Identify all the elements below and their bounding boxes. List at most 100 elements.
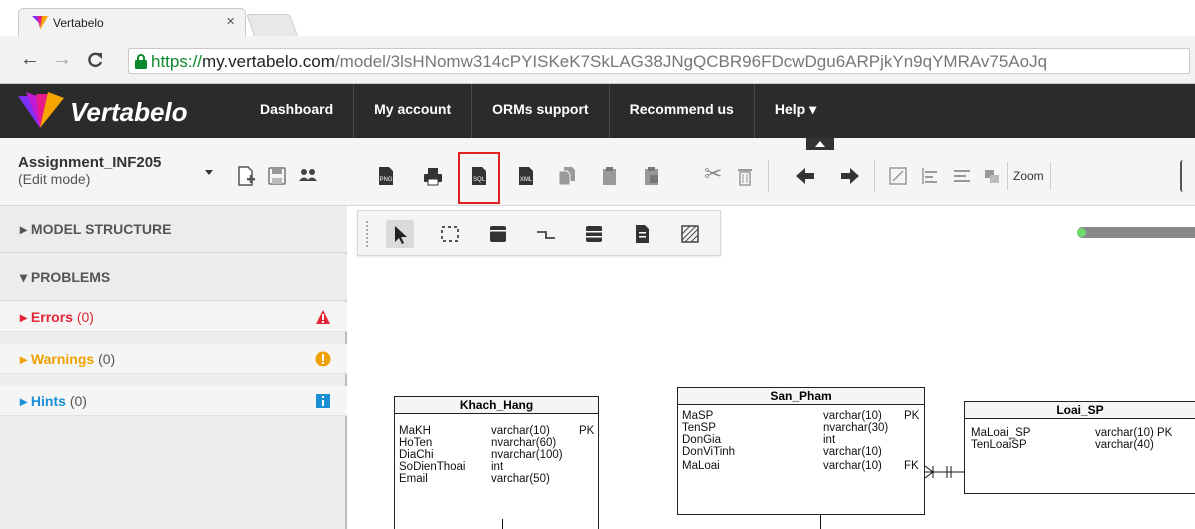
table-header: San_Pham xyxy=(678,388,924,405)
collapse-toolbar-up-icon[interactable] xyxy=(806,138,834,150)
toolbar-overflow-button[interactable] xyxy=(1180,160,1195,192)
share-users-icon[interactable] xyxy=(298,166,318,186)
column-type: nvarchar(30) xyxy=(823,422,889,434)
reference-line-icon xyxy=(537,231,555,239)
model-structure-header[interactable]: ▸ MODEL STRUCTURE xyxy=(0,206,347,253)
model-menu-chevron-down-icon[interactable] xyxy=(205,170,213,175)
column-name: MaLoai xyxy=(682,460,720,472)
column-name: DonViTinh xyxy=(682,446,736,458)
toolbar-separator xyxy=(874,160,875,192)
vertabelo-favicon-icon xyxy=(32,16,48,30)
column-name: SoDienThoai xyxy=(399,461,466,473)
slider-handle[interactable] xyxy=(1077,228,1086,237)
errors-label: ▸ Errors (0) xyxy=(20,309,94,325)
hatched-area-icon xyxy=(681,225,699,243)
table-khach-hang[interactable]: Khach_Hang MaKH varchar(10) PK HoTen nva… xyxy=(394,396,599,529)
new-document-icon[interactable] xyxy=(236,166,256,186)
url-input[interactable]: https://my.vertabelo.com/model/3lsHNomw3… xyxy=(128,48,1190,74)
column-type: varchar(10) xyxy=(823,410,882,422)
warnings-row[interactable]: ▸ Warnings (0) xyxy=(0,344,347,374)
add-reference-tool[interactable] xyxy=(532,220,560,248)
add-table-tool[interactable] xyxy=(484,220,512,248)
column-type: int xyxy=(823,434,836,446)
info-square-icon xyxy=(316,394,330,408)
align-left-icon[interactable] xyxy=(920,166,940,186)
table-header: Khach_Hang xyxy=(395,397,598,414)
brand-name[interactable]: Vertabelo xyxy=(70,97,188,128)
many-to-one-connector[interactable] xyxy=(925,464,965,480)
add-area-tool[interactable] xyxy=(676,220,704,248)
hints-row[interactable]: ▸ Hints (0) xyxy=(0,386,347,416)
table-icon xyxy=(490,226,506,242)
relationship-line[interactable] xyxy=(502,519,503,529)
add-note-tool[interactable] xyxy=(628,220,656,248)
cursor-arrow-icon xyxy=(395,226,407,244)
copy-icon[interactable] xyxy=(557,166,577,186)
diagram-canvas[interactable]: Khach_Hang MaKH varchar(10) PK HoTen nva… xyxy=(349,206,1195,529)
add-view-tool[interactable] xyxy=(580,220,608,248)
undo-arrow-left-icon[interactable] xyxy=(795,166,815,186)
column-name: HoTen xyxy=(399,437,433,449)
nav-orms-support[interactable]: ORMs support xyxy=(472,84,610,138)
arrange-layers-icon[interactable] xyxy=(982,166,1002,186)
nav-my-account[interactable]: My account xyxy=(354,84,473,138)
nav-dashboard[interactable]: Dashboard xyxy=(240,84,355,138)
select-tool[interactable] xyxy=(386,220,414,248)
nav-help[interactable]: Help ▾ xyxy=(755,84,836,138)
print-icon[interactable] xyxy=(423,166,443,186)
column-name: MaKH xyxy=(399,425,431,437)
column-name: MaLoai_SP xyxy=(971,427,1031,439)
area-select-tool[interactable] xyxy=(436,220,464,248)
zoom-label: Zoom xyxy=(1013,169,1044,183)
column-type: varchar(40) xyxy=(1095,439,1154,451)
back-arrow-icon[interactable]: ← xyxy=(20,48,40,71)
problems-header[interactable]: ▾ PROBLEMS xyxy=(0,254,347,301)
left-panel: ▸ MODEL STRUCTURE ▾ PROBLEMS ▸ Errors (0… xyxy=(0,206,347,529)
column-type: varchar(10) PK xyxy=(1095,427,1173,439)
tab-title: Vertabelo xyxy=(53,16,104,30)
png-export-icon[interactable]: PNG xyxy=(376,166,396,186)
warnings-label: ▸ Warnings (0) xyxy=(20,351,116,367)
relationship-line[interactable] xyxy=(820,515,821,529)
vertabelo-logo-icon[interactable] xyxy=(18,92,64,130)
column-name: DonGia xyxy=(682,434,721,446)
palette-drag-handle[interactable] xyxy=(366,221,370,247)
sql-export-icon[interactable]: SQL xyxy=(469,166,489,186)
model-structure-label: ▸ MODEL STRUCTURE xyxy=(20,221,172,237)
browser-tab-strip: Vertabelo × xyxy=(0,0,1195,36)
forward-arrow-icon[interactable]: → xyxy=(52,48,72,71)
column-name: TenLoaiSP xyxy=(971,439,1027,451)
cut-scissors-icon[interactable]: ✂ xyxy=(704,161,724,186)
svg-text:PNG: PNG xyxy=(379,177,392,183)
column-name: MaSP xyxy=(682,410,714,422)
lock-icon xyxy=(135,54,147,69)
app-root: Vertabelo × ← → https://my.vertabelo.com… xyxy=(0,0,1195,529)
xml-export-icon[interactable]: XML xyxy=(516,166,536,186)
save-disk-icon[interactable] xyxy=(267,166,287,186)
edit-line-icon[interactable] xyxy=(888,166,908,186)
tab-close-icon[interactable]: × xyxy=(226,13,235,30)
errors-row[interactable]: ▸ Errors (0) xyxy=(0,302,347,332)
table-header: Loai_SP xyxy=(965,402,1195,419)
distribute-icon[interactable] xyxy=(952,166,972,186)
redo-arrow-right-icon[interactable] xyxy=(840,166,860,186)
column-name: Email xyxy=(399,473,428,485)
warning-circle-icon xyxy=(315,351,331,367)
paste-icon[interactable] xyxy=(600,166,620,186)
app-header: Vertabelo Dashboard My account ORMs supp… xyxy=(0,84,1195,138)
editor-toolbar: Assignment_INF205 (Edit mode) PNG SQL XM… xyxy=(0,138,1195,206)
reload-icon[interactable] xyxy=(86,51,104,69)
nav-recommend-us[interactable]: Recommend us xyxy=(610,84,755,138)
browser-tab[interactable]: Vertabelo × xyxy=(18,8,246,36)
problems-label: ▾ PROBLEMS xyxy=(20,269,111,285)
column-name: TenSP xyxy=(682,422,716,434)
table-loai-sp[interactable]: Loai_SP MaLoai_SP varchar(10) PK TenLoai… xyxy=(964,401,1195,494)
new-tab-button[interactable] xyxy=(245,14,299,36)
overview-slider[interactable] xyxy=(1077,227,1195,238)
paste-special-icon[interactable] xyxy=(642,166,662,186)
zoom-menu[interactable]: Zoom xyxy=(1007,162,1051,190)
hints-label: ▸ Hints (0) xyxy=(20,393,87,409)
svg-text:XML: XML xyxy=(520,177,533,183)
delete-trash-icon[interactable] xyxy=(735,166,755,186)
table-san-pham[interactable]: San_Pham MaSP varchar(10) PK TenSP nvarc… xyxy=(677,387,925,515)
